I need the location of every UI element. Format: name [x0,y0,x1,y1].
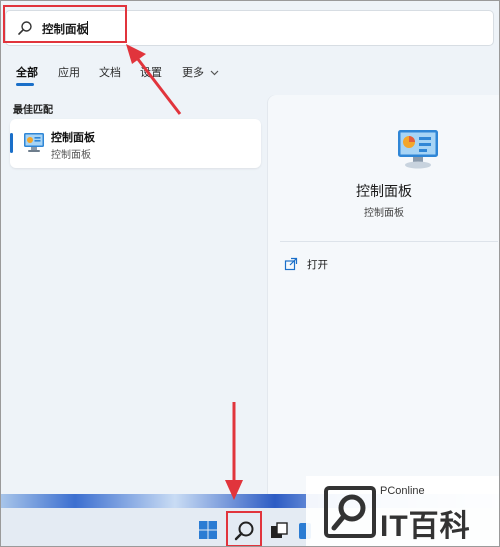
tab-more[interactable]: 更多 [182,64,219,80]
best-match-subtitle: 控制面板 [51,150,91,161]
annotation-arrow-search [126,44,182,115]
detail-panel: 控制面板 控制面板 打开 [268,95,500,495]
tab-more-label: 更多 [182,66,204,79]
tab-settings[interactable]: 设置 [140,64,162,80]
best-match-heading: 最佳匹配 [13,105,53,116]
tab-documents[interactable]: 文档 [99,64,121,80]
task-view-icon[interactable] [270,522,288,540]
detail-title: 控制面板 [356,184,412,200]
tab-apps[interactable]: 应用 [58,64,80,80]
open-icon [284,257,298,271]
control-panel-icon [24,133,44,152]
annotation-arrow-taskbar [225,402,243,500]
start-icon[interactable] [198,520,218,540]
watermark: PConline IT百科 [306,476,500,547]
watermark-brand: IT百科 [380,510,471,543]
taskbar-search-highlight-box [226,511,262,547]
tab-active-indicator [16,83,34,86]
detail-divider [280,241,498,242]
best-match-title: 控制面板 [51,131,95,144]
control-panel-icon [398,130,438,169]
watermark-small-text: PConline [380,485,425,497]
pconline-logo-icon [324,486,376,538]
open-action[interactable]: 打开 [284,255,384,273]
best-match-item[interactable]: 控制面板 控制面板 [10,119,261,168]
selection-accent [10,133,13,153]
open-label: 打开 [307,259,328,271]
detail-subtitle: 控制面板 [364,208,404,219]
tab-all[interactable]: 全部 [16,64,38,80]
search-highlight-box [3,5,127,43]
chevron-down-icon [210,70,218,76]
